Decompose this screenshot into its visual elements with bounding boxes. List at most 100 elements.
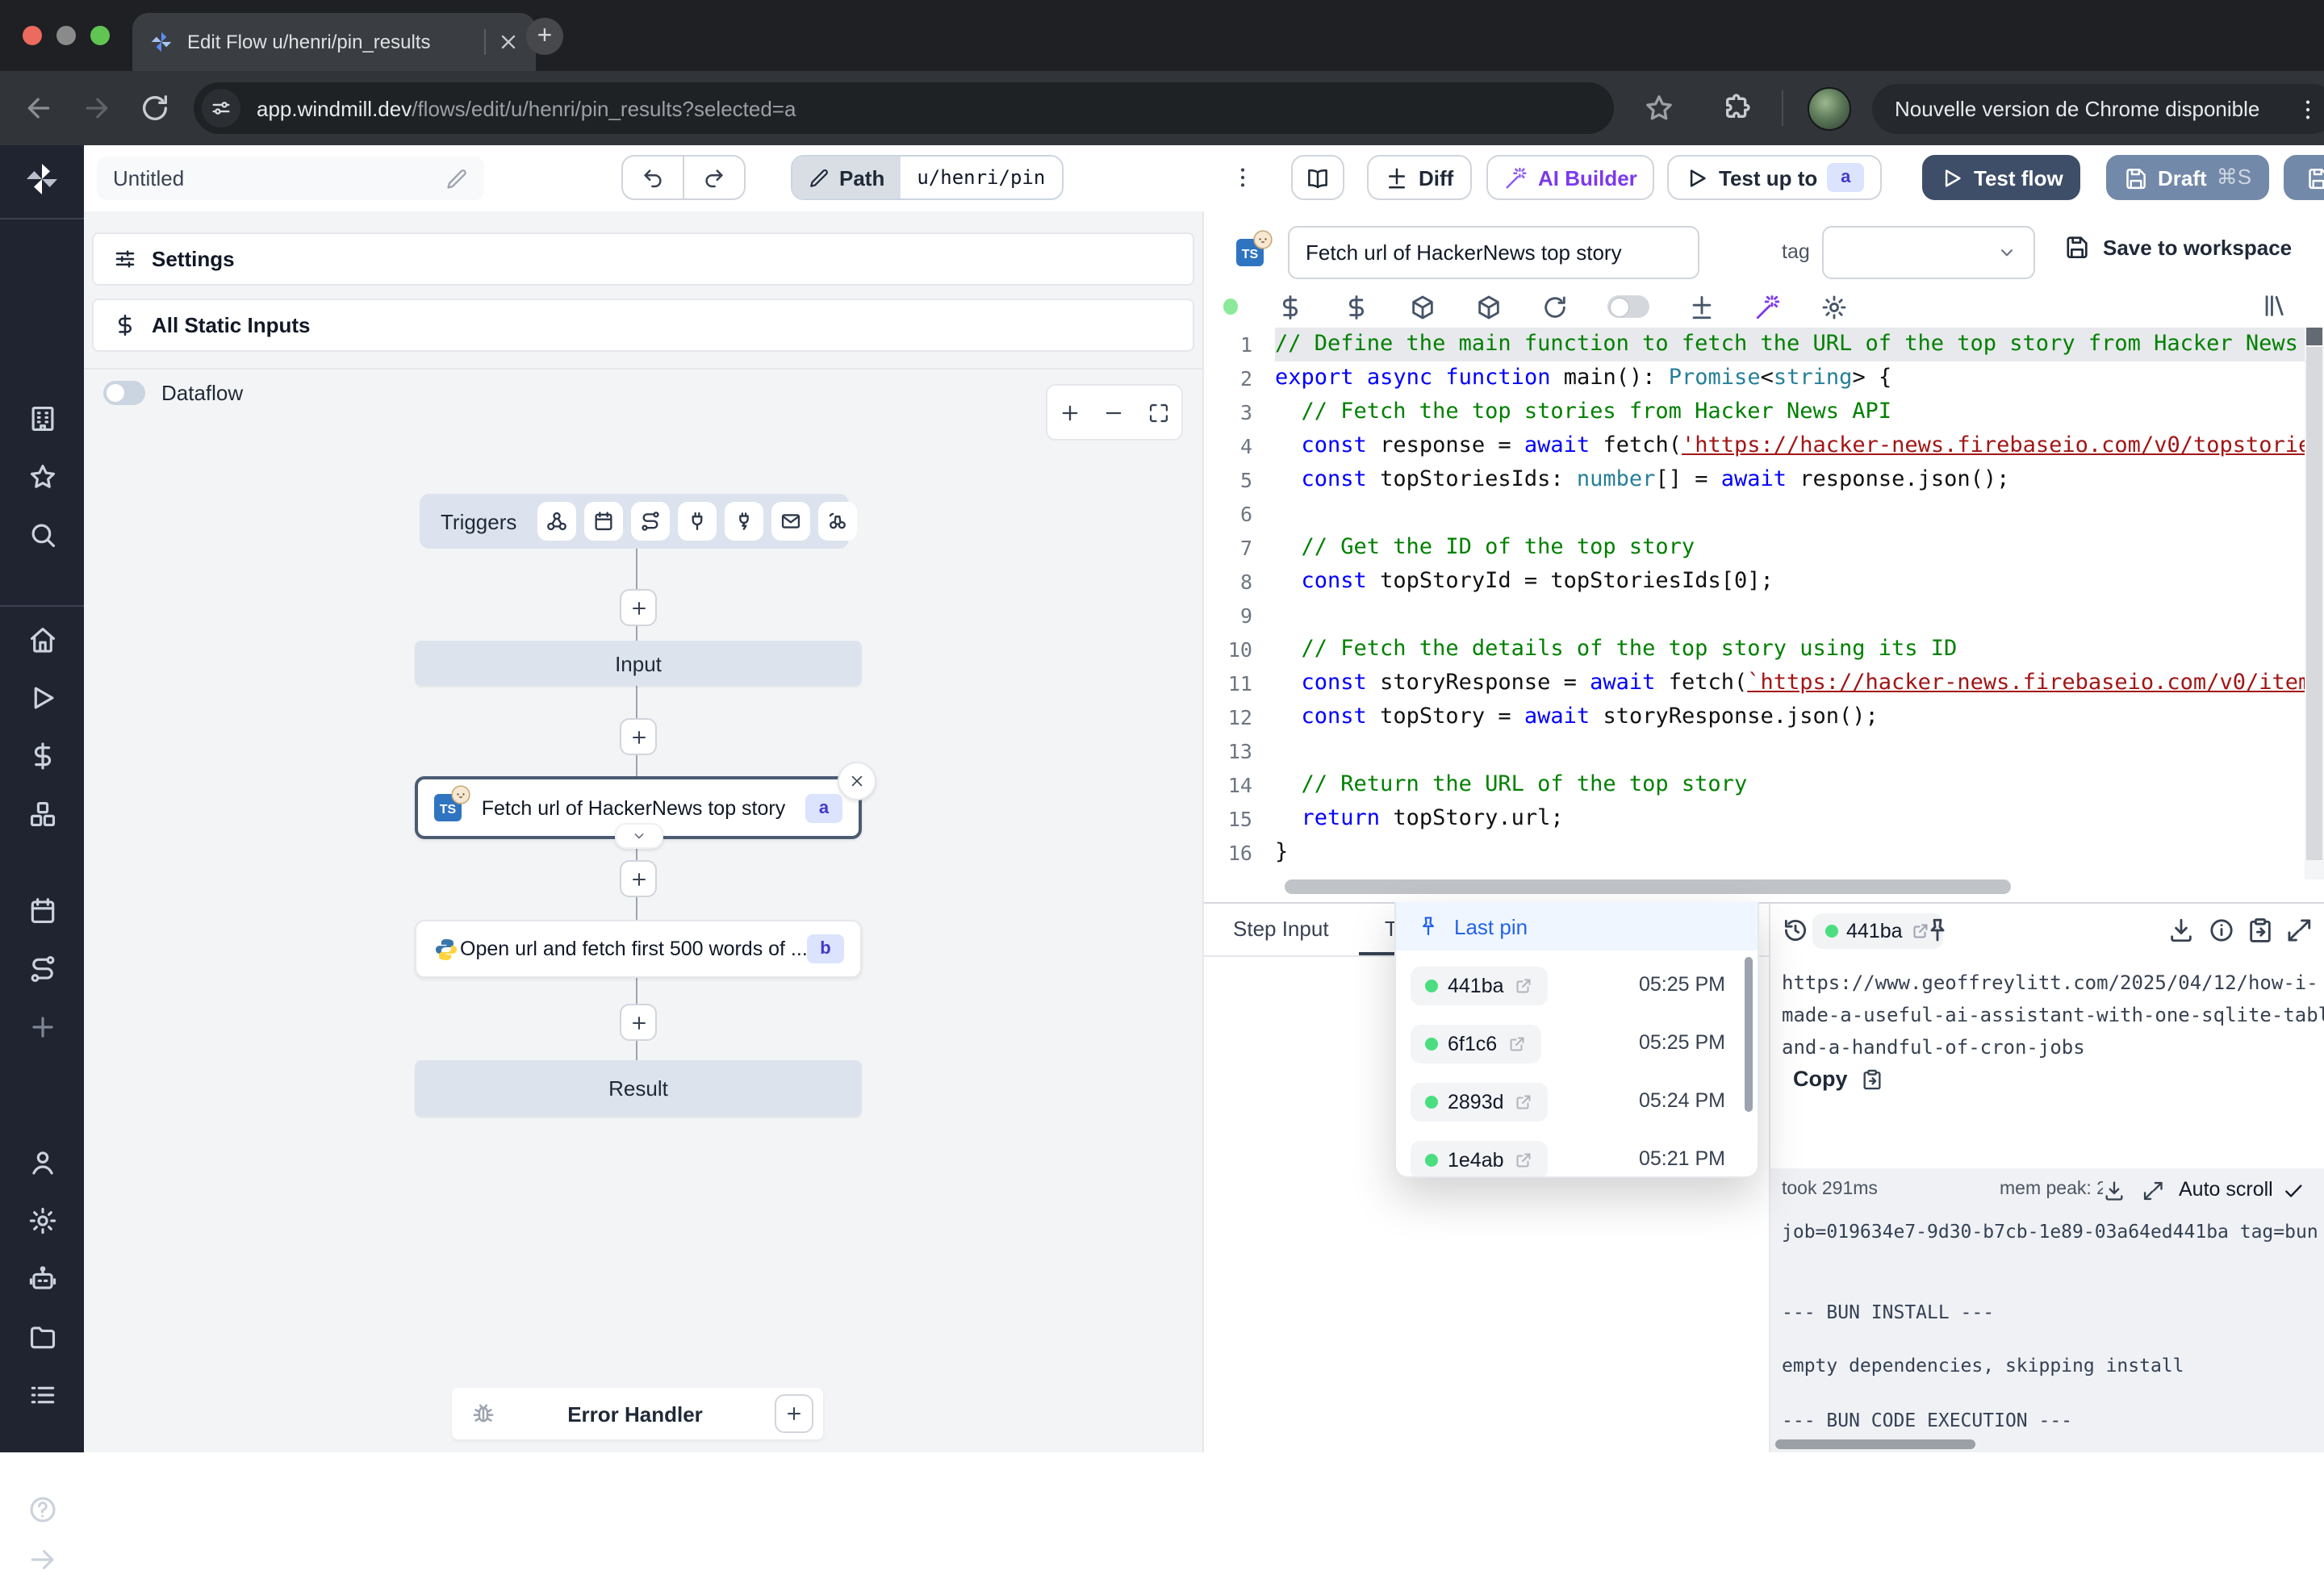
path-button[interactable]: Path u/henri/pin (791, 155, 1063, 200)
result-node[interactable]: Result (415, 1060, 862, 1117)
library-icon[interactable] (2261, 292, 2288, 320)
dropdown-scrollbar[interactable] (1745, 957, 1753, 1112)
editor-toggle[interactable] (1607, 295, 1649, 318)
code-line-11[interactable]: 11 const storyResponse = await fetch(`ht… (1204, 666, 2305, 700)
pin-history-item[interactable]: 2893d05:24 PM (1396, 1083, 1758, 1122)
sidebar-list-icon[interactable] (27, 1380, 57, 1410)
code-line-14[interactable]: 14 // Return the URL of the top story (1204, 768, 2305, 802)
reload-icon[interactable] (139, 92, 171, 124)
code-line-10[interactable]: 10 // Fetch the details of the top story… (1204, 633, 2305, 666)
remove-step-button[interactable] (838, 762, 876, 800)
site-info-icon[interactable] (202, 89, 240, 127)
sidebar-route-icon[interactable] (27, 954, 57, 984)
flow-settings-row[interactable]: Settings (92, 232, 1194, 286)
external-link-icon[interactable] (1514, 1151, 1533, 1170)
ai-builder-button[interactable]: AI Builder (1486, 155, 1655, 200)
code-line-5[interactable]: 5 const topStoriesIds: number[] = await … (1204, 463, 2305, 497)
result-clipboard-icon[interactable] (2247, 917, 2274, 944)
result-info-icon[interactable] (2208, 917, 2235, 944)
new-tab-button[interactable]: + (526, 18, 563, 55)
trigger-calendar-button[interactable] (584, 502, 623, 541)
all-static-inputs-row[interactable]: All Static Inputs (92, 299, 1194, 352)
add-step-button[interactable] (620, 860, 657, 897)
traffic-zoom-button[interactable] (90, 26, 110, 45)
draft-button[interactable]: Draft⌘S (2106, 155, 2269, 200)
forward-icon[interactable] (81, 92, 113, 124)
step-title-input[interactable] (1288, 226, 1699, 279)
extensions-icon[interactable] (1720, 92, 1753, 124)
editor-diff-icon[interactable] (1688, 293, 1716, 320)
tag-select[interactable] (1822, 226, 2035, 279)
zoom-in-icon[interactable] (1059, 401, 1081, 424)
deploy-button[interactable]: Deploy (2284, 155, 2324, 200)
trigger-plug-zap-button[interactable] (725, 502, 763, 541)
diff-button[interactable]: Diff (1367, 155, 1471, 200)
run-id-pill[interactable]: 6f1c6 (1411, 1025, 1540, 1063)
code-line-15[interactable]: 15 return topStory.url; (1204, 802, 2305, 836)
bookmark-star-icon[interactable] (1643, 92, 1675, 124)
code-editor[interactable]: 1// Define the main function to fetch th… (1204, 328, 2305, 879)
test-up-to-button[interactable]: Test up toa (1667, 155, 1882, 200)
run-id-pill[interactable]: 2893d (1411, 1083, 1548, 1122)
external-link-icon[interactable] (1507, 1034, 1526, 1054)
redo-button[interactable] (683, 157, 744, 198)
copy-button[interactable]: Copy (1793, 1067, 1883, 1091)
code-line-13[interactable]: 13 (1204, 734, 2305, 768)
trigger-webhook-button[interactable] (537, 502, 576, 541)
windmill-logo[interactable] (23, 160, 61, 198)
download-logs-icon[interactable] (2103, 1180, 2125, 1202)
sidebar-plus-icon[interactable] (27, 1012, 57, 1042)
add-step-button[interactable] (620, 1004, 657, 1041)
code-line-2[interactable]: 2export async function main(): Promise<s… (1204, 361, 2305, 395)
sidebar-search-icon[interactable] (27, 520, 57, 550)
browser-tab[interactable]: Edit Flow u/henri/pin_results (132, 13, 536, 71)
error-handler-node[interactable]: Error Handler (452, 1388, 823, 1439)
sidebar-folder-icon[interactable] (27, 1322, 57, 1352)
trigger-plug-button[interactable] (678, 502, 717, 541)
sidebar-building-icon[interactable] (27, 403, 57, 434)
more-options-button[interactable] (1222, 155, 1264, 200)
editor-refresh-icon[interactable] (1541, 293, 1569, 320)
sidebar-robot-icon[interactable] (27, 1264, 57, 1294)
profile-avatar[interactable] (1808, 87, 1851, 131)
code-line-1[interactable]: 1// Define the main function to fetch th… (1204, 328, 2305, 361)
add-step-button[interactable] (620, 718, 657, 755)
code-line-9[interactable]: 9 (1204, 599, 2305, 633)
last-pin-option[interactable]: Last pin (1396, 902, 1758, 950)
step-node-a[interactable]: TS Fetch url of HackerNews top story a (415, 776, 862, 839)
editor-dollar-icon[interactable] (1277, 293, 1304, 320)
sidebar-home-icon[interactable] (27, 625, 57, 655)
external-link-icon[interactable] (1514, 1092, 1533, 1112)
sidebar-user-icon[interactable] (27, 1147, 57, 1178)
editor-dollar-icon[interactable] (1343, 293, 1370, 320)
tab-step-input[interactable]: Step Input (1233, 917, 1329, 941)
traffic-close-button[interactable] (23, 26, 42, 45)
history-icon[interactable] (1782, 917, 1809, 944)
triggers-node[interactable]: Triggers (420, 494, 849, 549)
sidebar-arrow-right-icon[interactable] (27, 1544, 57, 1575)
save-to-workspace-button[interactable]: Save to workspace (2064, 234, 2292, 260)
zoom-out-icon[interactable] (1103, 401, 1126, 424)
code-line-3[interactable]: 3 // Fetch the top stories from Hacker N… (1204, 395, 2305, 429)
code-line-8[interactable]: 8 const topStoryId = topStoriesIds[0]; (1204, 565, 2305, 599)
expand-logs-icon[interactable] (2142, 1180, 2164, 1202)
fit-view-icon[interactable] (1147, 401, 1170, 424)
sidebar-star-icon[interactable] (27, 462, 57, 492)
undo-button[interactable] (623, 157, 683, 198)
input-node[interactable]: Input (415, 641, 862, 686)
chrome-menu-kebab-icon[interactable] (2295, 96, 2321, 122)
logs-horizontal-scrollbar[interactable] (1775, 1439, 1975, 1449)
url-bar[interactable]: app.windmill.dev/flows/edit/u/henri/pin_… (194, 82, 1614, 134)
run-id-pill[interactable]: 441ba (1411, 967, 1548, 1005)
sidebar-help-icon[interactable] (27, 1494, 57, 1525)
dataflow-toggle[interactable] (103, 381, 145, 405)
edit-name-pencil-icon[interactable] (445, 167, 468, 190)
sidebar-calendar-icon[interactable] (27, 896, 57, 926)
editor-package-icon[interactable] (1475, 293, 1503, 320)
traffic-minimize-button[interactable] (56, 26, 76, 45)
pin-history-item[interactable]: 1e4ab05:21 PM (1396, 1141, 1758, 1178)
sidebar-boxes-icon[interactable] (27, 799, 57, 829)
pin-history-item[interactable]: 441ba05:25 PM (1396, 967, 1758, 1005)
trigger-mail-button[interactable] (771, 502, 810, 541)
tab-close-icon[interactable] (497, 31, 520, 53)
